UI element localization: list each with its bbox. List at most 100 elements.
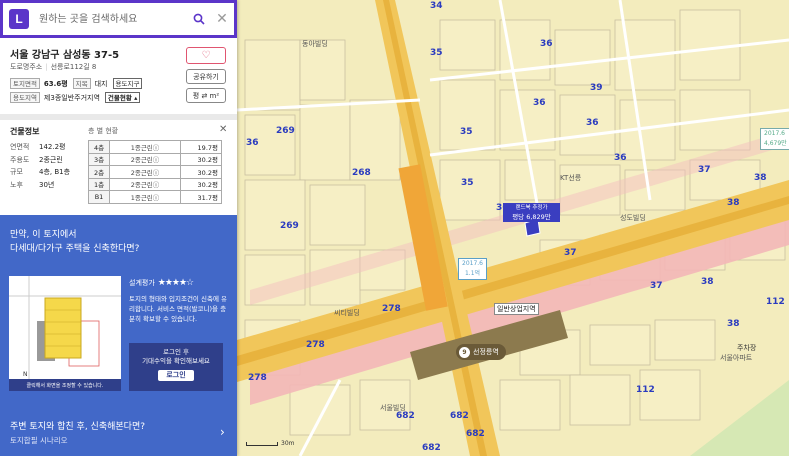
svg-text:278: 278	[306, 340, 325, 350]
svg-text:269: 269	[280, 221, 299, 231]
road-address: 도로명주소 | 선릉로112길 8	[10, 63, 97, 71]
zone-label: 일반상업지역	[494, 303, 539, 315]
promo-line-1: 만약, 이 토지에서	[10, 230, 77, 240]
svg-text:34: 34	[430, 1, 443, 11]
svg-text:112: 112	[766, 297, 785, 307]
svg-text:동아빌딩: 동아빌딩	[302, 39, 328, 48]
floor-cell: 4층	[88, 140, 110, 154]
age-label: 노후	[10, 180, 23, 189]
svg-text:682: 682	[450, 411, 469, 421]
building-design-illustration[interactable]: N 클릭해서 화면을 조정할 수 있습니다.	[9, 276, 121, 391]
svg-text:N: N	[23, 371, 28, 378]
area-cell: 31.7평	[180, 190, 222, 204]
use-cell[interactable]: 2종근린ⓘ	[109, 165, 181, 179]
svg-text:35: 35	[430, 48, 443, 58]
svg-text:성도빌딩: 성도빌딩	[620, 213, 646, 222]
use-cell[interactable]: 1종근린ⓘ	[109, 190, 181, 204]
search-icon[interactable]	[188, 13, 210, 25]
subway-line-icon: 9	[459, 346, 470, 358]
svg-text:35: 35	[460, 127, 473, 137]
land-info-row: 토지면적 63.6평 지목 대지 용도지구	[10, 78, 143, 89]
zoning-value: 제3종일반주거지역	[43, 93, 100, 102]
close-icon[interactable]: ✕	[210, 11, 234, 27]
table-row: 1층 2종근린ⓘ 30.2평	[88, 177, 222, 191]
design-rating: 설계평가 ★★★★☆	[129, 278, 194, 288]
building-status-button[interactable]: 건물현황 ▴	[104, 92, 141, 103]
share-button[interactable]: 공유하기	[186, 69, 226, 84]
building-3d-icon: N	[9, 276, 121, 379]
gross-area-label: 연면적	[10, 143, 30, 151]
area-cell: 30.2평	[180, 152, 222, 166]
area-cell: 19.7평	[180, 140, 222, 154]
svg-text:36: 36	[540, 39, 553, 49]
svg-text:682: 682	[396, 411, 415, 421]
zone-district-button[interactable]: 용도지구	[112, 78, 143, 89]
property-address: 서울 강남구 삼성동 37-5	[10, 50, 120, 61]
svg-text:37: 37	[650, 281, 663, 291]
property-panel: L ✕ 서울 강남구 삼성동 37-5 도로명주소|선릉로112길 8 ♡ 공유…	[0, 0, 237, 456]
jimok-value: 대지	[94, 79, 108, 88]
price-badge-title: 랜드북 추정가	[515, 205, 548, 211]
land-area-value: 63.6평	[43, 79, 68, 88]
svg-text:35: 35	[461, 178, 474, 188]
table-row: B1 1종근린ⓘ 31.7평	[88, 190, 222, 204]
use-cell[interactable]: 2종근린ⓘ	[109, 177, 181, 191]
transaction-year: 2017.6	[462, 260, 483, 267]
merge-scenario-link[interactable]: 주변 토지와 합친 후, 신축해본다면? 토지합필 시나리오	[10, 421, 145, 447]
heart-icon: ♡	[201, 50, 211, 61]
svg-text:38: 38	[701, 277, 714, 287]
svg-text:269: 269	[276, 126, 295, 136]
search-input[interactable]	[37, 12, 188, 26]
merge-subtitle: 토지합필 시나리오	[10, 436, 68, 445]
zoning-label: 용도지역	[10, 92, 40, 103]
floor-status-title: 층 별 현황	[88, 127, 119, 135]
map-scale: 30m	[246, 440, 294, 447]
svg-text:278: 278	[248, 373, 267, 383]
login-prompt-1: 로그인 후	[163, 348, 189, 356]
svg-text:36: 36	[533, 98, 546, 108]
favorite-button[interactable]: ♡	[186, 47, 226, 64]
svg-text:서울아파트: 서울아파트	[720, 353, 753, 362]
use-cell[interactable]: 1종근린ⓘ	[109, 140, 181, 154]
svg-text:112: 112	[636, 385, 655, 395]
age-value: 30년	[39, 180, 55, 189]
scale-text: 30m	[281, 440, 295, 447]
parking-label: 주차장	[737, 344, 757, 352]
main-use-value: 2종근린	[39, 155, 63, 164]
illustration-caption: 클릭해서 화면을 조정할 수 있습니다.	[9, 379, 121, 391]
transaction-value: 1.1억	[464, 270, 481, 277]
price-estimate-badge[interactable]: 랜드북 추정가 평당 6,829만	[503, 203, 560, 222]
merge-title: 주변 토지와 합친 후, 신축해본다면?	[10, 422, 146, 432]
road-address-value: 선릉로112길 8	[50, 63, 97, 71]
close-icon[interactable]: ✕	[219, 124, 227, 135]
transaction-year-2: 2017.6	[764, 130, 785, 137]
svg-text:39: 39	[590, 83, 603, 93]
chevron-right-icon[interactable]: ›	[220, 425, 225, 439]
promo-line-2: 다세대/다가구 주택을 신축한다면?	[10, 244, 140, 254]
svg-text:씨티빌딩: 씨티빌딩	[334, 308, 360, 317]
login-prompt-2: 기대수익을 확인해보세요	[142, 357, 210, 365]
use-cell[interactable]: 2종근린ⓘ	[109, 152, 181, 166]
svg-text:서울빌딩: 서울빌딩	[380, 403, 406, 412]
svg-text:268: 268	[352, 168, 371, 178]
landbook-logo[interactable]: L	[9, 9, 29, 29]
transaction-badge-2[interactable]: 2017.6 4,679만	[760, 128, 789, 150]
section-divider	[0, 114, 237, 120]
new-build-promo: 만약, 이 토지에서 다세대/다가구 주택을 신축한다면? N 클릭해서 화면을…	[0, 215, 237, 456]
svg-text:682: 682	[422, 443, 441, 453]
subway-station-label[interactable]: 9 선정릉역	[456, 344, 506, 360]
promo-heading: 만약, 이 토지에서 다세대/다가구 주택을 신축한다면?	[10, 228, 139, 256]
table-row: 2층 2종근린ⓘ 30.2평	[88, 165, 222, 179]
svg-text:278: 278	[382, 304, 401, 314]
jimok-label: 지목	[72, 78, 91, 89]
svg-text:36: 36	[586, 118, 599, 128]
transaction-badge[interactable]: 2017.6 1.1억	[458, 258, 487, 280]
unit-toggle-button[interactable]: 평 ⇄ m²	[186, 88, 226, 103]
svg-text:38: 38	[727, 319, 740, 329]
login-prompt-box: 로그인 후 기대수익을 확인해보세요 로그인	[129, 343, 223, 391]
table-row: 4층 1종근린ⓘ 19.7평	[88, 140, 222, 154]
login-button[interactable]: 로그인	[158, 370, 194, 381]
svg-text:38: 38	[754, 173, 767, 183]
floor-cell: 2층	[88, 165, 110, 179]
table-row: 3층 2종근린ⓘ 30.2평	[88, 152, 222, 166]
